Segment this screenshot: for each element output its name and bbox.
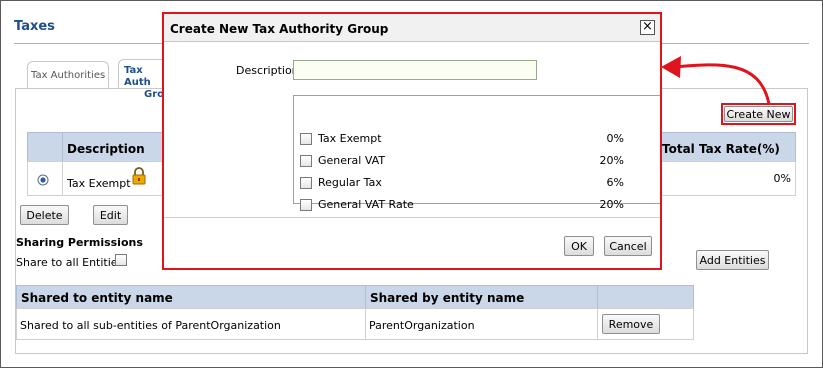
sharing-row-shared-to-cell: Shared to all sub-entities of ParentOrga… [16,308,366,340]
sharing-permissions-title: Sharing Permissions [16,236,143,249]
dialog-footer-divider [164,217,660,218]
share-all-checkbox[interactable] [115,254,127,266]
list-item[interactable]: Tax Exempt 0% [300,130,624,148]
add-entities-button[interactable]: Add Entities [696,250,769,270]
grid-header-select [27,132,63,162]
grid-header-description: Description [62,132,164,162]
create-new-button[interactable]: Create New [724,106,793,122]
list-item[interactable]: Regular Tax 6% [300,174,624,192]
create-tax-authority-group-dialog: Create New Tax Authority Group × Descrip… [162,12,662,270]
dialog-title: Create New Tax Authority Group [170,22,389,36]
tax-name: General VAT [318,154,386,167]
sharing-header-shared-to: Shared to entity name [16,285,366,309]
cancel-button[interactable]: Cancel [604,236,652,256]
tax-checkbox[interactable] [300,177,312,189]
grid-row-select-cell [27,161,63,196]
tab-tax-authorities[interactable]: Tax Authorities [27,61,109,89]
tax-rate: 6% [606,176,624,189]
share-all-label: Share to all Entities [16,256,124,269]
tax-checkbox[interactable] [300,133,312,145]
tab-tax-authority-groups[interactable]: Tax Auth Grou [118,59,171,100]
tax-checkbox[interactable] [300,199,312,211]
dialog-titlebar: Create New Tax Authority Group × [164,14,660,42]
grid-header-total-rate-label: Total Tax Rate(%) [662,142,780,156]
sharing-row-shared-by-cell: ParentOrganization [365,308,598,340]
sharing-header-shared-by: Shared by entity name [365,285,598,309]
sharing-row-action-cell: Remove [597,308,694,340]
page-title: Taxes [14,19,55,34]
sharing-header-shared-by-label: Shared by entity name [370,291,525,305]
tax-rate: 20% [599,198,624,211]
tax-rate: 0% [606,132,624,145]
list-item[interactable]: General VAT Rate 20% [300,196,624,214]
list-item[interactable]: General VAT 20% [300,152,624,170]
description-label: Description [236,64,299,77]
tax-name: Regular Tax [318,176,382,189]
tax-name: General VAT Rate [318,198,414,211]
tax-list: Tax Exempt 0% General VAT 20% Regular Ta… [293,95,660,211]
delete-button[interactable]: Delete [20,205,69,225]
grid-header-total-rate: Total Tax Rate(%) [657,132,796,162]
description-field[interactable] [293,60,537,80]
tab-label-line1: Tax Auth [124,65,151,88]
table-row[interactable]: Tax Exempt [62,161,164,196]
edit-button[interactable]: Edit [93,205,128,225]
close-icon[interactable]: × [640,20,655,35]
grid-row-description: Tax Exempt [67,177,131,190]
grid-header-description-label: Description [67,142,145,156]
tax-name: Tax Exempt [318,132,382,145]
sharing-row-shared-by: ParentOrganization [369,319,475,332]
remove-button[interactable]: Remove [602,314,660,334]
grid-row-total-rate: 0% [773,172,791,185]
ok-button[interactable]: OK [564,236,594,256]
radio-selected-icon[interactable] [37,174,49,186]
tax-rate: 20% [599,154,624,167]
tax-checkbox[interactable] [300,155,312,167]
lock-icon [132,167,146,185]
sharing-row-shared-to: Shared to all sub-entities of ParentOrga… [20,319,281,332]
sharing-header-shared-to-label: Shared to entity name [21,291,173,305]
grid-row-total-rate-cell: 0% [657,161,796,196]
sharing-header-action [597,285,694,309]
